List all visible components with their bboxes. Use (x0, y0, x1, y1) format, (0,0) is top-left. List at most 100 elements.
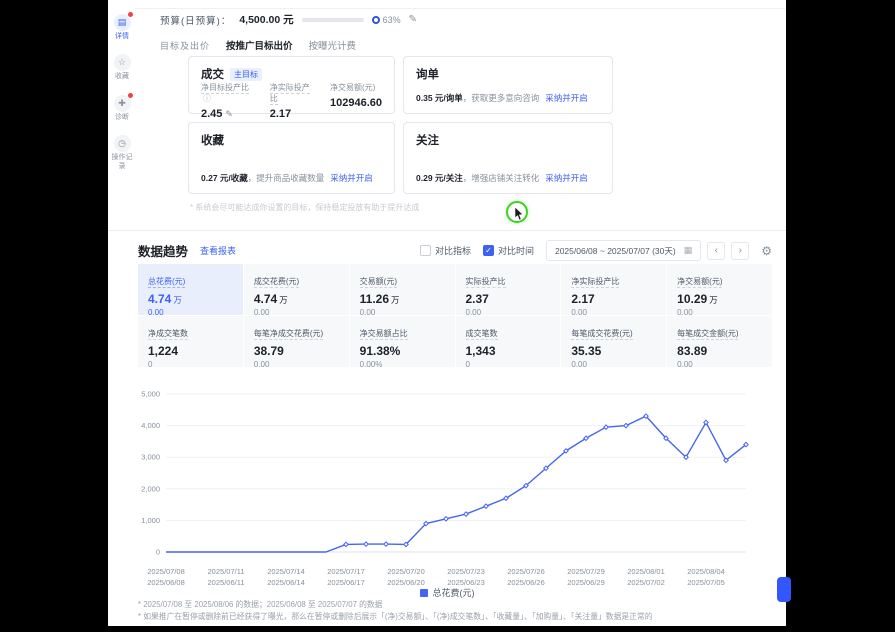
compare-time-checkbox[interactable]: ✓ (483, 245, 494, 256)
info-icon[interactable]: ⓘ (203, 94, 211, 103)
metric-compare-value: 0 (466, 360, 551, 367)
metric-label: 总花费(元) (148, 277, 185, 288)
goal-card-title: 关注 (416, 132, 439, 148)
toolbar-item-4[interactable]: ◷操作记录 (109, 135, 135, 171)
metric-card-6[interactable]: 净交易额(元) 10.29万 0.00 (667, 264, 772, 315)
metric-card-8[interactable]: 每笔净成交花费(元)38.790.00 (244, 316, 349, 367)
progress-donut-icon (372, 16, 380, 24)
metric-value: 11.26万 (360, 292, 445, 306)
goal-bid-row: 目标及出价 按推广目标出价 按曝光计费 (160, 38, 356, 52)
compare-metric-label[interactable]: 对比指标 (435, 244, 471, 257)
adopt-enable-link[interactable]: 采纳并开启 (545, 93, 588, 103)
goal-bid-label: 目标及出价 (160, 39, 210, 52)
metric-compare-value: 0.00 (148, 308, 233, 315)
budget-value: 4,500.00 元 (239, 12, 293, 27)
edit-budget-icon[interactable]: ✎ (409, 14, 417, 25)
edit-roi-icon[interactable]: ✎ (225, 109, 233, 119)
budget-remaining: 63% (372, 15, 401, 25)
svg-text:1,000: 1,000 (141, 516, 160, 525)
metric-value: 2.17 (571, 292, 656, 306)
budget-progress-bar (302, 18, 364, 22)
metric-card-1[interactable]: 总花费(元) 4.74万 0.00 (138, 264, 243, 315)
prev-period-button[interactable]: ‹ (707, 242, 725, 260)
toolbar-item-2[interactable]: ☆ 收藏 (109, 54, 135, 81)
metric-compare-value: 0.00 (677, 308, 762, 315)
goal-card-desc: 0.29 元/关注，增强店铺关注转化采纳并开启 (416, 172, 600, 184)
budget-remaining-pct: 63% (383, 15, 401, 25)
red-dot-badge (128, 93, 133, 98)
toolbar-icon: ☆ (114, 54, 131, 71)
metric-compare-value: 0.00% (360, 360, 445, 367)
goal-card-deal: 成交 主目标 净目标投产比ⓘ 2.45✎ 净实际投产比 2.17 净交易额(元)… (188, 56, 395, 114)
trend-title: 数据趋势 (138, 241, 188, 260)
next-period-button[interactable]: › (731, 242, 749, 260)
metric-compare-value: 0 (148, 360, 233, 367)
svg-text:2,000: 2,000 (141, 484, 160, 493)
metric-label: 每笔成交花费(元) (571, 329, 632, 340)
settings-gear-icon[interactable]: ⚙ (761, 244, 772, 258)
toolbar-item-1[interactable]: ▤详情 (109, 14, 135, 41)
tab-bid-by-goal[interactable]: 按推广目标出价 (226, 38, 293, 52)
compare-metric-checkbox[interactable] (420, 245, 431, 256)
goal-metric-roi-target: 净目标投产比ⓘ 2.45✎ (201, 82, 250, 120)
goal-card-metrics: 净目标投产比ⓘ 2.45✎ 净实际投产比 2.17 净交易额(元) 102946… (201, 82, 382, 120)
toolbar-icon: ▤ (114, 14, 131, 31)
view-report-link[interactable]: 查看报表 (200, 244, 236, 257)
adopt-enable-link[interactable]: 采纳并开启 (330, 173, 373, 183)
mouse-cursor-icon (514, 207, 526, 221)
date-range-picker[interactable]: 2025/06/08 ~ 2025/07/07 (30天) ▦ (546, 240, 701, 261)
tab-bid-by-impression[interactable]: 按曝光计费 (309, 38, 357, 52)
metric-label: 净交易额(元) (677, 277, 722, 288)
metric-card-12[interactable]: 每笔成交金额(元)83.890.00 (667, 316, 772, 367)
trend-chart: 01,0002,0003,0004,0005,000 2025/07/08202… (132, 384, 754, 589)
trend-chart-svg: 01,0002,0003,0004,0005,000 (132, 384, 754, 560)
metric-compare-value: 0.00 (360, 308, 445, 315)
footnote-2: * 如果推广在暂停或删除前已经获得了曝光，那么在暂停或删除后展示「(净)交易额」… (138, 611, 768, 623)
compare-time-label[interactable]: 对比时间 (498, 244, 534, 257)
goal-card-title: 收藏 (201, 132, 224, 148)
goal-card-desc: 0.27 元/收藏，提升商品收藏数量采纳并开启 (201, 172, 382, 184)
x-tick-label: 2025/08/042025/07/05 (687, 567, 725, 588)
metric-card-7[interactable]: 净成交笔数 1,224 0 (138, 316, 243, 367)
metric-card-10[interactable]: 成交笔数 1,343 0 (456, 316, 561, 367)
chart-footnotes: * 2025/07/08 至 2025/08/06 的数据；2025/06/08… (138, 599, 768, 623)
budget-label: 预算(日预算)： (160, 13, 231, 27)
footnote-1: * 2025/07/08 至 2025/08/06 的数据；2025/06/08… (138, 599, 768, 611)
x-tick-label: 2025/07/112025/06/11 (208, 567, 245, 588)
calendar-icon: ▦ (684, 245, 693, 256)
goal-metric-net-gmv: 净交易额(元) 102946.60 (330, 82, 382, 120)
toolbar-item-label: 收藏 (110, 73, 134, 81)
metric-value: 4.74万 (148, 292, 233, 306)
metric-card-2[interactable]: 成交花费(元)4.74万0.00 (244, 264, 349, 315)
metric-value: 10.29万 (677, 292, 762, 306)
goal-card-2: 询单0.35 元/询单，获取更多意向咨询采纳并开启 (403, 56, 613, 114)
floating-action-button[interactable] (777, 577, 791, 602)
goal-card-title: 成交 (201, 66, 224, 82)
metric-label: 净成交笔数 (148, 329, 188, 340)
metric-card-11[interactable]: 每笔成交花费(元)35.350.00 (561, 316, 666, 367)
metric-label: 每笔成交金额(元) (677, 329, 738, 340)
trend-header: 数据趋势 查看报表 对比指标 ✓ 对比时间 2025/06/08 ~ 2025/… (138, 240, 772, 261)
metric-value: 1,343 (466, 344, 551, 358)
goal-card-title-row: 成交 主目标 (201, 66, 382, 82)
metric-compare-value: 0.00 (254, 308, 339, 315)
svg-text:3,000: 3,000 (141, 453, 160, 462)
toolbar-item-3[interactable]: ✚诊断 (109, 95, 135, 122)
metric-value: 91.38% (360, 344, 445, 358)
metric-label: 成交笔数 (466, 329, 498, 340)
metric-card-9[interactable]: 净交易额占比91.38%0.00% (350, 316, 455, 367)
goal-card-3: 收藏 0.27 元/收藏，提升商品收藏数量采纳并开启 (188, 122, 395, 194)
metric-card-5[interactable]: 净实际投产比2.170.00 (561, 264, 666, 315)
metric-card-3[interactable]: 交易额(元)11.26万0.00 (350, 264, 455, 315)
chart-legend: 总花费(元) (108, 586, 786, 599)
metric-card-4[interactable]: 实际投产比2.370.00 (456, 264, 561, 315)
goal-footnote: * 系统会尽可能达成你设置的目标，保持稳定投放有助于提升达成 (190, 202, 419, 213)
budget-row: 预算(日预算)： 4,500.00 元 63% ✎ (160, 12, 417, 27)
adopt-enable-link[interactable]: 采纳并开启 (545, 173, 588, 183)
x-tick-label: 2025/07/202025/06/20 (387, 567, 425, 588)
legend-item-total-spend[interactable]: 总花费(元) (420, 588, 475, 598)
metric-value: 1,224 (148, 344, 233, 358)
main-panel: ▤详情 ☆ 收藏 ✚诊断 ◷操作记录 预算(日预算)： 4,500.00 元 63% ✎… (108, 0, 786, 626)
goal-metric-roi-actual: 净实际投产比 2.17 (270, 82, 310, 120)
left-toolbar: ▤详情 ☆ 收藏 ✚诊断 ◷操作记录 (109, 14, 135, 184)
